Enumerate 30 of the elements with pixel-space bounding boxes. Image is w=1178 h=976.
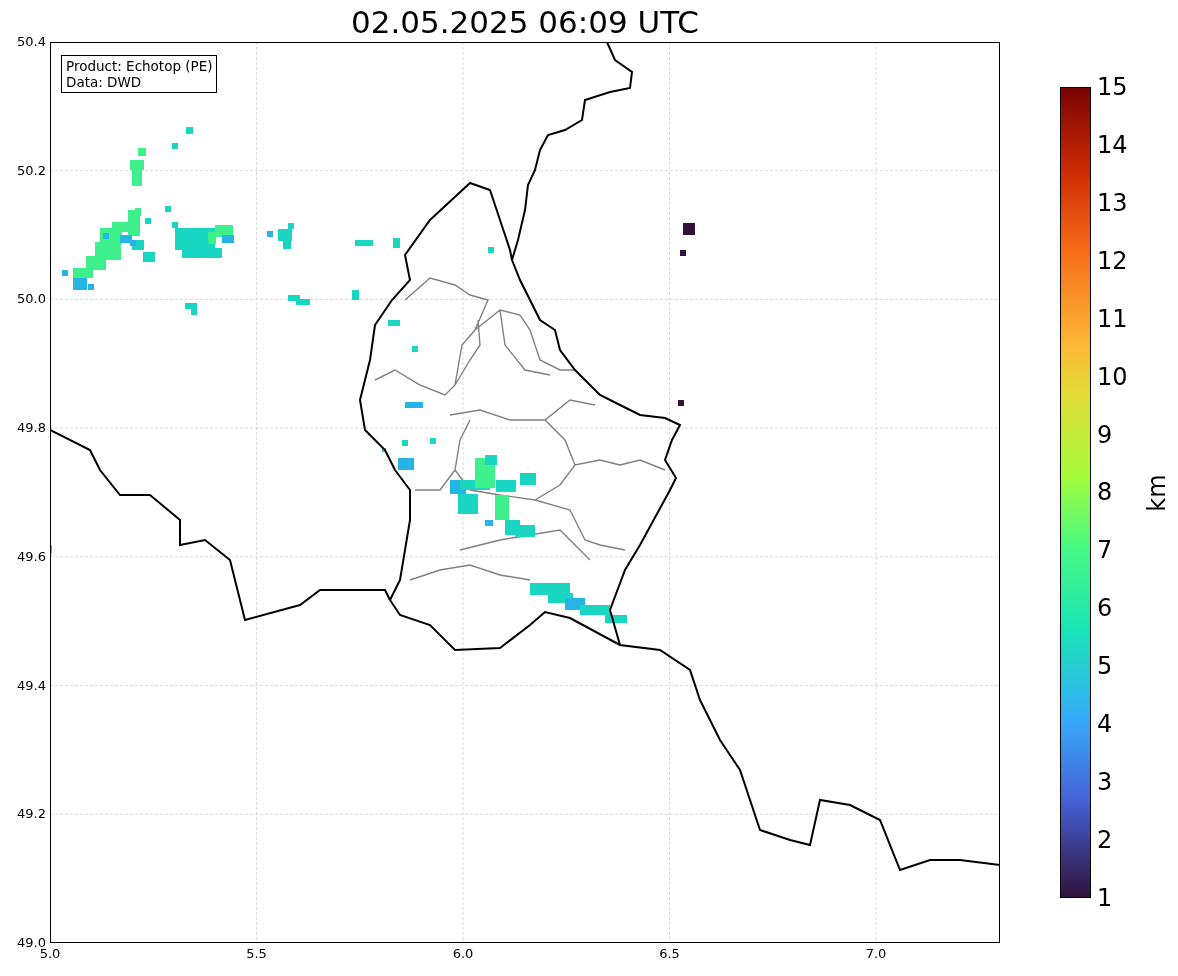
colorbar-tick-label: 7 xyxy=(1097,536,1114,565)
product-label: Product: Echotop (PE) xyxy=(66,58,213,74)
y-tick-label: 49.4 xyxy=(17,677,46,694)
colorbar-tick-label: 15 xyxy=(1097,73,1128,101)
colorbar-tick-label: 14 xyxy=(1097,130,1128,159)
y-tick-label: 49.6 xyxy=(17,548,46,565)
colorbar-tick-label: 13 xyxy=(1097,188,1128,217)
x-tick-label: 7.0 xyxy=(864,946,888,962)
y-tick-label: 50.2 xyxy=(17,162,46,179)
y-tick-label: 50.0 xyxy=(17,291,46,308)
data-source-label: Data: DWD xyxy=(66,74,143,90)
x-tick-label: 6.0 xyxy=(451,946,475,962)
colorbar-tick-label: 12 xyxy=(1097,246,1128,275)
colorbar-tick-label: 6 xyxy=(1097,594,1114,623)
colorbar-tick-label: 1 xyxy=(1097,883,1114,912)
x-tick-label: 6.5 xyxy=(658,946,681,962)
colorbar-tick-label: 9 xyxy=(1097,420,1114,449)
colorbar-tick-label: 3 xyxy=(1097,768,1114,797)
colorbar-tick-label: 8 xyxy=(1097,478,1114,507)
colorbar-tick-label: 4 xyxy=(1097,710,1114,739)
y-tick-label: 49.8 xyxy=(17,420,46,437)
x-tick-label: 5.5 xyxy=(245,946,268,962)
colorbar-unit-label: km xyxy=(1142,473,1171,512)
colorbar-tick-label: 11 xyxy=(1097,304,1128,333)
y-tick-label: 49.2 xyxy=(17,806,46,823)
colorbar-tick-label: 2 xyxy=(1097,826,1114,854)
y-tick-label: 50.4 xyxy=(17,34,46,50)
map-title: 02.05.2025 06:09 UTC xyxy=(351,3,699,42)
colorbar-tick-label: 5 xyxy=(1097,652,1114,681)
colorbar-tick-label: 10 xyxy=(1097,362,1128,391)
